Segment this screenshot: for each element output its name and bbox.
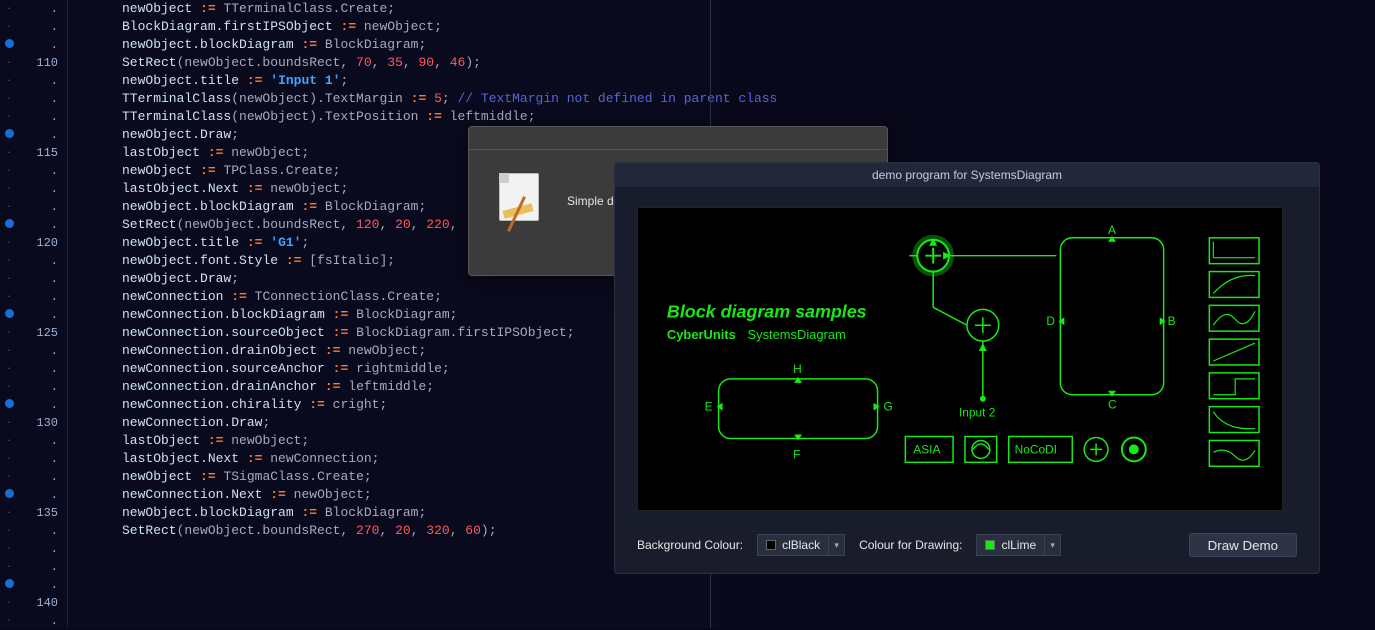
chevron-down-icon[interactable]: ▾: [829, 534, 845, 556]
svg-text:Input 2: Input 2: [959, 406, 996, 420]
svg-text:CyberUnits SystemsDiag: CyberUnits SystemsDiagram: [667, 327, 846, 343]
draw-colour-combo[interactable]: clLime ▾: [976, 534, 1061, 556]
svg-text:B: B: [1168, 314, 1176, 328]
diagram-canvas: Block diagram samples CyberUnits Systems…: [637, 207, 1283, 511]
bg-colour-label: Background Colour:: [637, 538, 743, 552]
svg-text:E: E: [705, 400, 713, 414]
canvas-title: Block diagram samples: [667, 301, 867, 321]
svg-text:F: F: [793, 447, 800, 461]
bg-swatch-icon: [766, 540, 776, 550]
draw-demo-button[interactable]: Draw Demo: [1189, 533, 1297, 557]
draw-swatch-icon: [985, 540, 995, 550]
code-editor[interactable]: ·.·..·110·.·.·..·115·.·.·..·120·.·.·..·1…: [0, 0, 720, 628]
svg-text:A: A: [1108, 223, 1116, 237]
bg-colour-value: clBlack: [782, 538, 820, 552]
svg-text:G: G: [884, 400, 893, 414]
form-row: Background Colour: clBlack ▾ Colour for …: [637, 531, 1297, 559]
demo-app-window: demo program for SystemsDiagram Block di…: [614, 162, 1320, 574]
draw-colour-label: Colour for Drawing:: [859, 538, 962, 552]
svg-text:C: C: [1108, 398, 1117, 412]
window-title: demo program for SystemsDiagram: [615, 163, 1319, 187]
svg-text:D: D: [1046, 314, 1055, 328]
canvas-subtitle-a: CyberUnits: [667, 327, 736, 342]
app-icon: [495, 173, 545, 229]
svg-text:NoCoDI: NoCoDI: [1015, 442, 1057, 456]
chevron-down-icon[interactable]: ▾: [1045, 534, 1061, 556]
canvas-subtitle-b: SystemsDiagram: [748, 327, 846, 342]
editor-gutter: ·.·..·110·.·.·..·115·.·.·..·120·.·.·..·1…: [0, 0, 68, 628]
bg-colour-combo[interactable]: clBlack ▾: [757, 534, 845, 556]
draw-colour-value: clLime: [1001, 538, 1036, 552]
svg-text:H: H: [793, 362, 802, 376]
svg-text:ASIA: ASIA: [913, 442, 940, 456]
waveform-palette: [1209, 238, 1259, 466]
